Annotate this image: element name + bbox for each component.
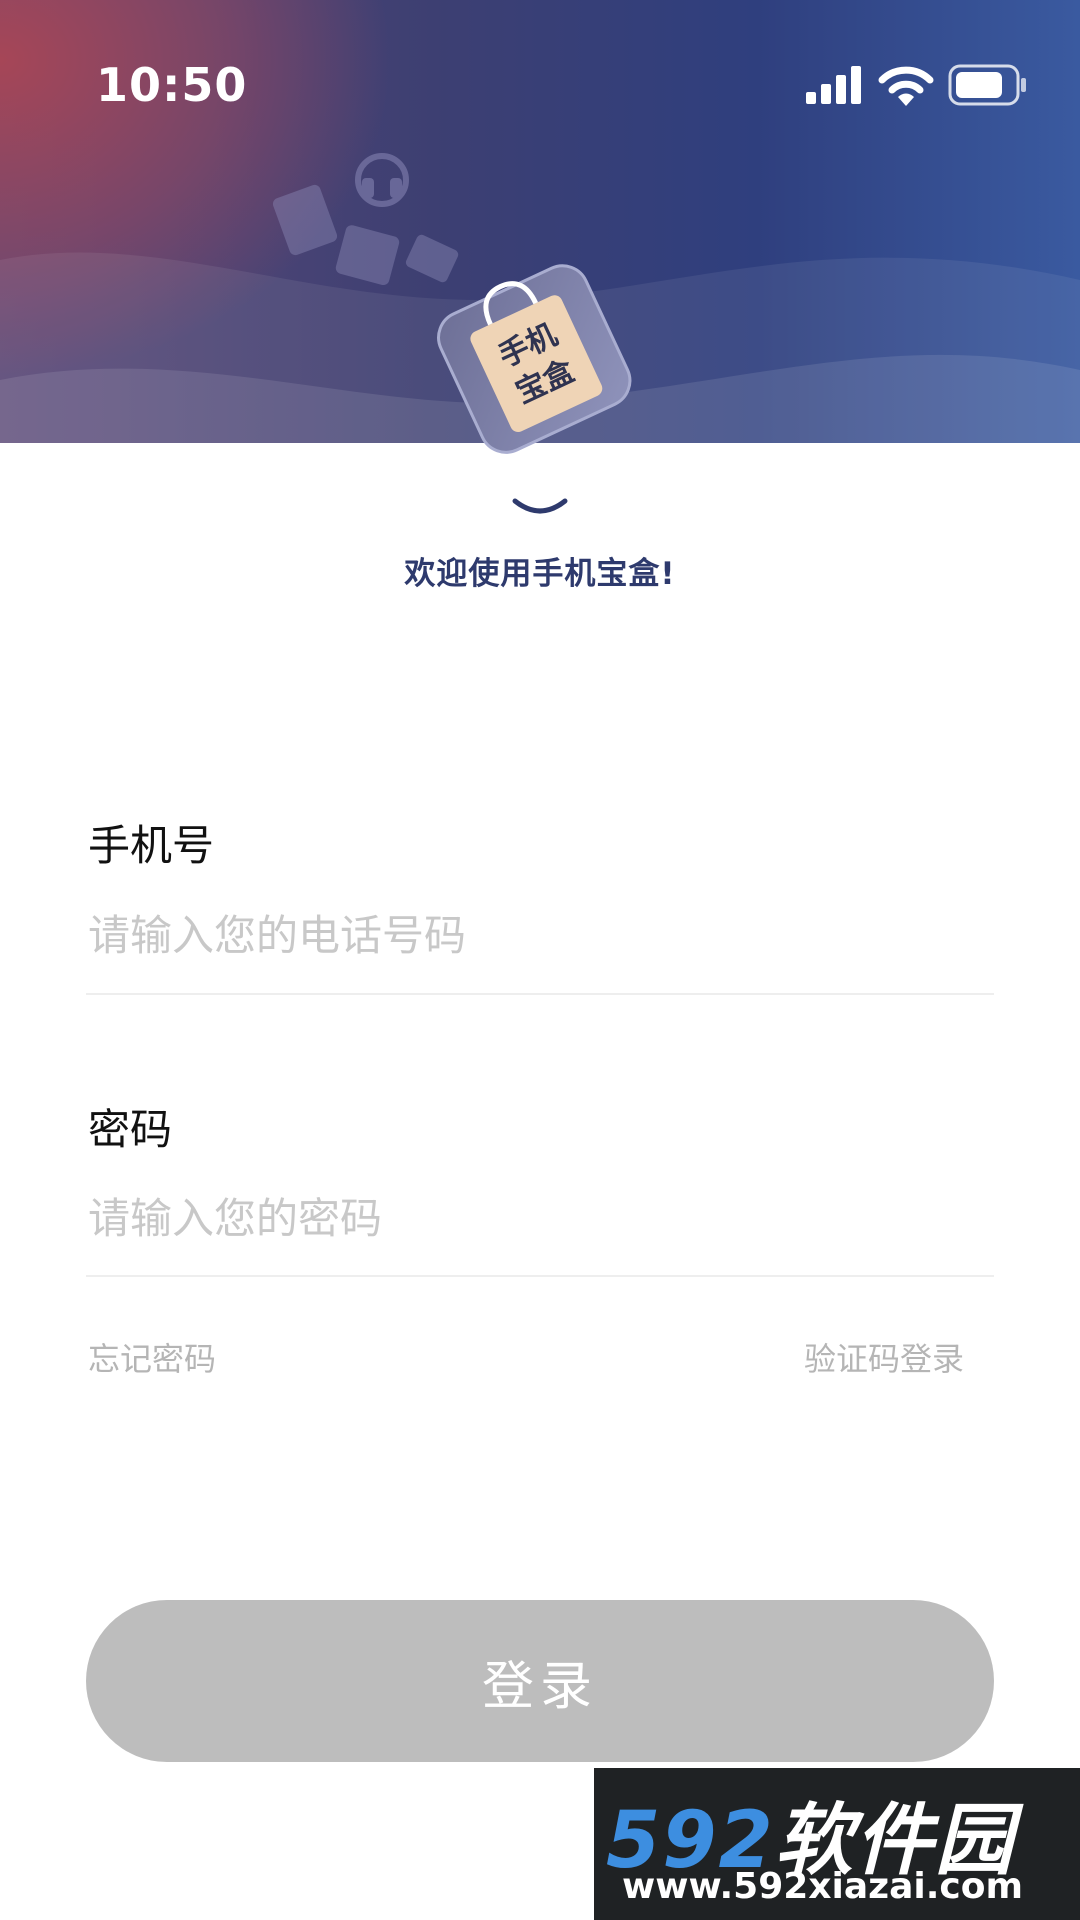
status-bar: 10:50 (0, 0, 1080, 170)
watermark: 592软件园 www.592xiazai.com (594, 1768, 1080, 1920)
sms-login-link[interactable]: 验证码登录 (804, 1334, 964, 1380)
smile-icon (512, 498, 568, 514)
watermark-url: www.592xiazai.com (622, 1866, 1023, 1907)
app-logo-icon: 手机 宝盒 (437, 264, 632, 454)
wifi-icon (878, 66, 934, 106)
password-input[interactable] (88, 1183, 988, 1253)
phone-label: 手机号 (88, 821, 215, 870)
signal-icon (806, 66, 861, 104)
password-label: 密码 (88, 1105, 173, 1154)
welcome-text: 欢迎使用手机宝盒! (404, 556, 676, 592)
login-button[interactable]: 登录 (86, 1600, 994, 1762)
password-divider (86, 1275, 994, 1277)
forgot-password-link[interactable]: 忘记密码 (88, 1334, 216, 1380)
phone-input[interactable] (88, 900, 988, 970)
status-time: 10:50 (96, 58, 248, 112)
phone-divider (86, 993, 994, 995)
battery-icon (948, 64, 1026, 106)
